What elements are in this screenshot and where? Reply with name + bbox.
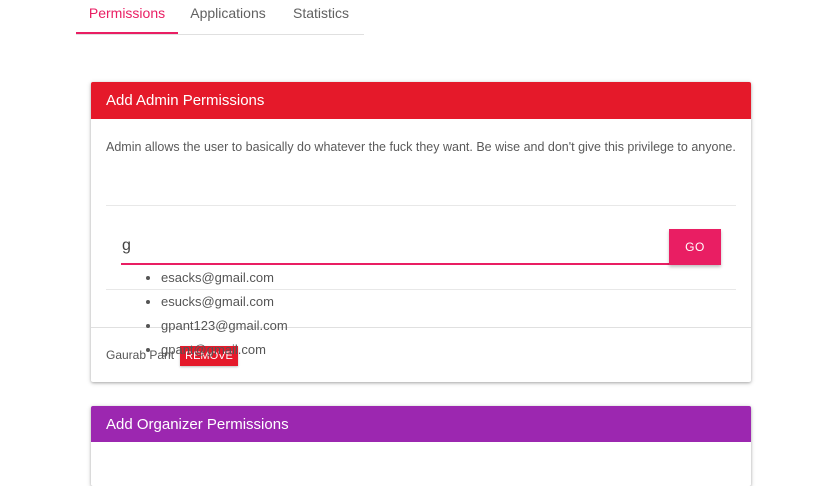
- admin-card-body: Admin allows the user to basically do wh…: [91, 135, 751, 159]
- suggestion-item[interactable]: gpant123@gmail.com: [161, 318, 288, 342]
- suggestion-item[interactable]: esacks@gmail.com: [161, 270, 288, 294]
- email-suggestion-list: esacks@gmail.com esucks@gmail.com gpant1…: [146, 270, 288, 366]
- organizer-permissions-card: Add Organizer Permissions: [91, 406, 751, 486]
- tab-statistics[interactable]: Statistics: [278, 0, 364, 34]
- admin-permissions-card: Add Admin Permissions Admin allows the u…: [91, 82, 751, 382]
- tab-bar: Permissions Applications Statistics: [76, 0, 364, 35]
- organizer-card-title: Add Organizer Permissions: [91, 406, 751, 442]
- admin-description: Admin allows the user to basically do wh…: [106, 140, 736, 154]
- tab-permissions[interactable]: Permissions: [76, 0, 178, 34]
- suggestion-item[interactable]: gpant@gmail.com: [161, 342, 288, 366]
- go-button[interactable]: GO: [669, 229, 721, 265]
- user-search-input[interactable]: [121, 230, 670, 262]
- tab-applications[interactable]: Applications: [178, 0, 278, 34]
- user-search-field: [121, 230, 670, 265]
- divider: [106, 205, 736, 206]
- admin-card-title: Add Admin Permissions: [91, 82, 751, 119]
- suggestion-item[interactable]: esucks@gmail.com: [161, 294, 288, 318]
